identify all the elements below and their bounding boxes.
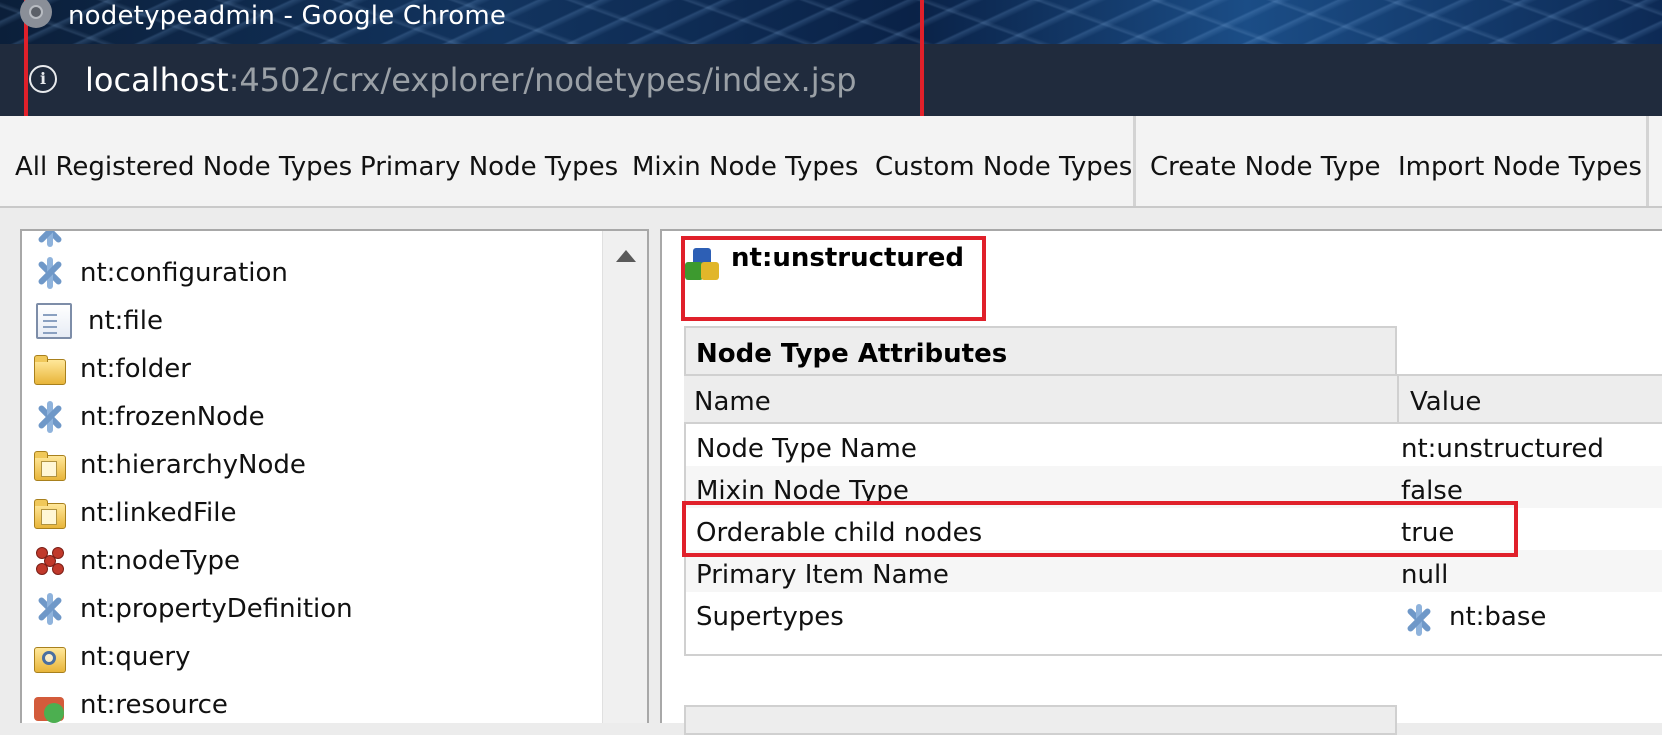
tree-item-label: nt:resource bbox=[80, 690, 228, 720]
tree-item-label: nt:nodeType bbox=[80, 546, 241, 576]
mixin-node-icon bbox=[32, 231, 68, 249]
attributes-table-header: Node Type Attributes bbox=[684, 326, 1397, 374]
mixin-node-icon bbox=[32, 399, 68, 435]
tree-item[interactable]: nt:query bbox=[32, 633, 191, 681]
nodetype-cubes-icon bbox=[685, 248, 719, 282]
url-text[interactable]: localhost:4502/crx/explorer/nodetypes/in… bbox=[85, 58, 857, 102]
tree-scrollbar[interactable] bbox=[602, 231, 647, 723]
nodetype-menu-bar: All Registered Node Types Primary Node T… bbox=[0, 116, 1662, 208]
tree-item-label: nt:configuration bbox=[80, 258, 288, 288]
site-info-icon[interactable]: i bbox=[29, 65, 57, 93]
table-row: Primary Item Name null bbox=[686, 550, 1662, 594]
tree-item[interactable]: nt:configuration bbox=[32, 249, 288, 297]
nodetype-icon bbox=[32, 543, 68, 579]
folder-icon bbox=[32, 447, 68, 483]
window-title: nodetypeadmin - Google Chrome bbox=[68, 1, 507, 31]
column-value-header: Value bbox=[1410, 387, 1482, 417]
table-row: Mixin Node Type false bbox=[686, 466, 1662, 510]
column-separator bbox=[1397, 376, 1399, 422]
tree-item-label: nt:query bbox=[80, 642, 191, 672]
menu-custom-node-types[interactable]: Custom Node Types bbox=[875, 116, 1132, 206]
mixin-node-icon bbox=[1401, 602, 1437, 638]
menu-all-registered-node-types[interactable]: All Registered Node Types bbox=[15, 116, 352, 206]
menu-mixin-node-types[interactable]: Mixin Node Types bbox=[632, 116, 858, 206]
chrome-logo-icon bbox=[20, 0, 52, 28]
supertype-link[interactable]: nt:base bbox=[1449, 592, 1546, 642]
table-row: Node Type Name nt:unstructured bbox=[686, 424, 1662, 468]
table-row: Orderable child nodes true bbox=[686, 508, 1662, 552]
resource-icon bbox=[32, 687, 68, 723]
attributes-column-header-row: Name Value bbox=[684, 374, 1662, 424]
tree-item-label: nt:hierarchyNode bbox=[80, 450, 306, 480]
menu-primary-node-types[interactable]: Primary Node Types bbox=[360, 116, 618, 206]
tree-item-label: nt:file bbox=[88, 306, 164, 336]
tree-item[interactable]: nt:linkedFile bbox=[32, 489, 237, 537]
url-host: localhost bbox=[85, 61, 229, 99]
menu-import-node-types[interactable]: Import Node Types bbox=[1398, 116, 1642, 206]
query-icon bbox=[32, 639, 68, 675]
menu-separator bbox=[1133, 116, 1136, 206]
tree-item[interactable]: nt:hierarchyNode bbox=[32, 441, 306, 489]
tree-item-label: nt:folder bbox=[80, 354, 191, 384]
attributes-table: Node Type Attributes Name Value Node Typ… bbox=[684, 326, 1662, 660]
tree-item[interactable]: nt:nodeType bbox=[32, 537, 240, 585]
mixin-node-icon bbox=[32, 255, 68, 291]
menu-separator bbox=[1646, 116, 1649, 206]
browser-title-bar: nodetypeadmin - Google Chrome bbox=[0, 0, 1662, 44]
folder-icon bbox=[32, 351, 68, 387]
mixin-node-icon bbox=[32, 591, 68, 627]
scroll-up-arrow-icon[interactable] bbox=[616, 250, 636, 262]
nodetype-tree-panel: nt:configuration nt:file nt:folder nt:fr… bbox=[20, 229, 649, 723]
tree-item-label: nt:linkedFile bbox=[80, 498, 237, 528]
tree-item-label: nt:propertyDefinition bbox=[80, 594, 353, 624]
tree-item-label: nt:frozenNode bbox=[80, 402, 265, 432]
tree-item[interactable]: nt:file bbox=[32, 297, 163, 345]
file-icon bbox=[36, 303, 72, 339]
tree-item[interactable]: nt:frozenNode bbox=[32, 393, 265, 441]
table-row: Supertypes nt:base bbox=[686, 592, 1662, 654]
tree-item[interactable]: nt:propertyDefinition bbox=[32, 585, 353, 633]
menu-create-node-type[interactable]: Create Node Type bbox=[1150, 116, 1381, 206]
column-name-header: Name bbox=[694, 387, 771, 417]
address-bar[interactable]: i localhost:4502/crx/explorer/nodetypes/… bbox=[0, 44, 1662, 116]
child-definitions-header-partial bbox=[684, 705, 1397, 735]
attribute-name: Supertypes bbox=[696, 602, 844, 632]
nodetype-title: nt:unstructured bbox=[731, 243, 965, 273]
url-path: :4502/crx/explorer/nodetypes/index.jsp bbox=[228, 61, 857, 99]
tree-item[interactable]: nt:folder bbox=[32, 345, 191, 393]
folder-icon bbox=[32, 495, 68, 531]
tree-item[interactable]: nt:resource bbox=[32, 681, 228, 723]
attributes-table-body: Node Type Name nt:unstructured Mixin Nod… bbox=[684, 424, 1662, 656]
